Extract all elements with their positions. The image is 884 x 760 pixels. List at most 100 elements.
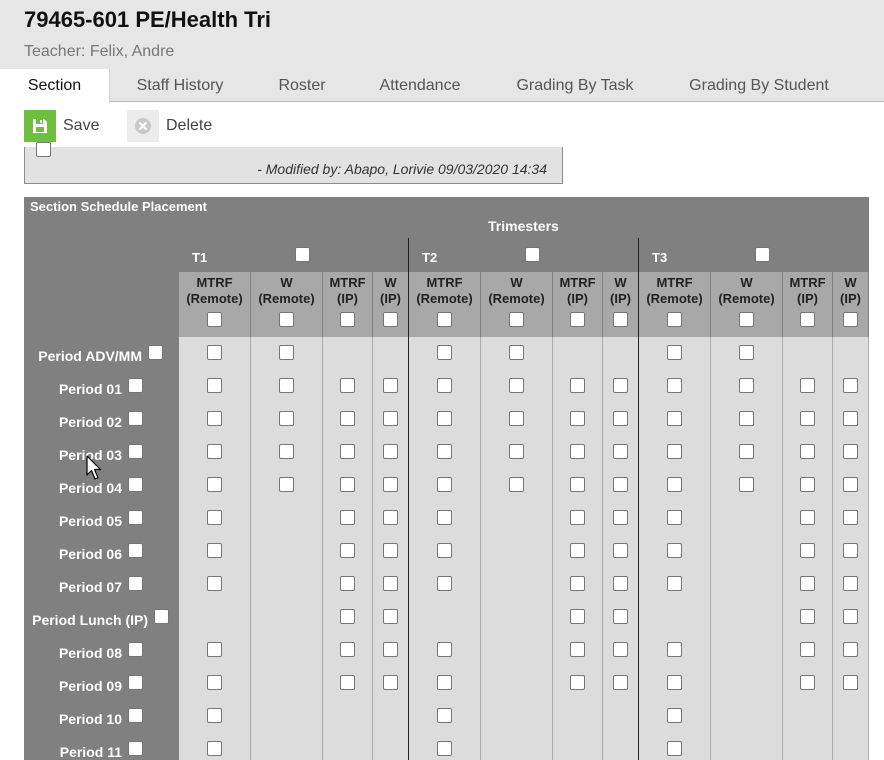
period-checkbox[interactable]	[148, 345, 163, 360]
schedule-checkbox-t2-col-4-row-9[interactable]	[613, 609, 628, 624]
schedule-checkbox-t3-col-3-row-4[interactable]	[800, 444, 815, 459]
column-checkbox-t2-col-4[interactable]	[613, 312, 628, 327]
schedule-checkbox-t1-col-3-row-7[interactable]	[340, 543, 355, 558]
term-checkbox-t1[interactable]	[295, 247, 310, 262]
period-checkbox[interactable]	[128, 708, 143, 723]
schedule-checkbox-t2-col-3-row-2[interactable]	[570, 378, 585, 393]
schedule-checkbox-t1-col-3-row-9[interactable]	[340, 609, 355, 624]
schedule-checkbox-t3-col-2-row-1[interactable]	[739, 345, 754, 360]
schedule-checkbox-t3-col-4-row-11[interactable]	[843, 675, 858, 690]
schedule-checkbox-t1-col-2-row-2[interactable]	[279, 378, 294, 393]
schedule-checkbox-t3-col-1-row-5[interactable]	[667, 477, 682, 492]
schedule-checkbox-t3-col-3-row-8[interactable]	[800, 576, 815, 591]
schedule-checkbox-t1-col-2-row-4[interactable]	[279, 444, 294, 459]
schedule-checkbox-t3-col-1-row-3[interactable]	[667, 411, 682, 426]
period-checkbox[interactable]	[128, 576, 143, 591]
schedule-checkbox-t2-col-2-row-1[interactable]	[509, 345, 524, 360]
column-checkbox-t3-col-2[interactable]	[739, 312, 754, 327]
schedule-checkbox-t3-col-3-row-6[interactable]	[800, 510, 815, 525]
schedule-checkbox-t1-col-4-row-3[interactable]	[383, 411, 398, 426]
schedule-checkbox-t2-col-3-row-7[interactable]	[570, 543, 585, 558]
schedule-checkbox-t1-col-4-row-4[interactable]	[383, 444, 398, 459]
schedule-checkbox-t1-col-3-row-10[interactable]	[340, 642, 355, 657]
column-checkbox-t1-col-2[interactable]	[279, 312, 294, 327]
schedule-checkbox-t3-col-3-row-9[interactable]	[800, 609, 815, 624]
period-checkbox[interactable]	[128, 642, 143, 657]
schedule-checkbox-t3-col-4-row-7[interactable]	[843, 543, 858, 558]
schedule-checkbox-t2-col-4-row-11[interactable]	[613, 675, 628, 690]
schedule-checkbox-t1-col-1-row-6[interactable]	[207, 510, 222, 525]
schedule-checkbox-t1-col-1-row-12[interactable]	[207, 708, 222, 723]
schedule-checkbox-t3-col-1-row-10[interactable]	[667, 642, 682, 657]
schedule-checkbox-t3-col-1-row-2[interactable]	[667, 378, 682, 393]
schedule-checkbox-t1-col-1-row-4[interactable]	[207, 444, 222, 459]
schedule-checkbox-t3-col-3-row-10[interactable]	[800, 642, 815, 657]
schedule-checkbox-t3-col-2-row-3[interactable]	[739, 411, 754, 426]
save-button[interactable]: Save	[24, 110, 99, 142]
schedule-checkbox-t1-col-2-row-3[interactable]	[279, 411, 294, 426]
period-checkbox[interactable]	[154, 609, 169, 624]
column-checkbox-t1-col-4[interactable]	[383, 312, 398, 327]
tab-staff-history[interactable]: Staff History	[117, 69, 243, 102]
schedule-checkbox-t1-col-1-row-11[interactable]	[207, 675, 222, 690]
column-checkbox-t1-col-1[interactable]	[207, 312, 222, 327]
schedule-checkbox-t2-col-4-row-8[interactable]	[613, 576, 628, 591]
schedule-checkbox-t1-col-3-row-6[interactable]	[340, 510, 355, 525]
schedule-checkbox-t3-col-1-row-6[interactable]	[667, 510, 682, 525]
schedule-checkbox-t1-col-1-row-10[interactable]	[207, 642, 222, 657]
schedule-checkbox-t2-col-2-row-3[interactable]	[509, 411, 524, 426]
schedule-checkbox-t1-col-4-row-10[interactable]	[383, 642, 398, 657]
schedule-checkbox-t1-col-4-row-11[interactable]	[383, 675, 398, 690]
schedule-checkbox-t1-col-4-row-6[interactable]	[383, 510, 398, 525]
schedule-checkbox-t2-col-4-row-4[interactable]	[613, 444, 628, 459]
schedule-checkbox-t3-col-4-row-3[interactable]	[843, 411, 858, 426]
tab-grading-by-task[interactable]: Grading By Task	[505, 69, 645, 102]
column-checkbox-t3-col-1[interactable]	[667, 312, 682, 327]
schedule-checkbox-t2-col-3-row-9[interactable]	[570, 609, 585, 624]
period-checkbox[interactable]	[128, 378, 143, 393]
column-checkbox-t2-col-3[interactable]	[570, 312, 585, 327]
period-checkbox[interactable]	[128, 675, 143, 690]
schedule-checkbox-t2-col-3-row-10[interactable]	[570, 642, 585, 657]
schedule-checkbox-t3-col-4-row-5[interactable]	[843, 477, 858, 492]
schedule-checkbox-t2-col-3-row-11[interactable]	[570, 675, 585, 690]
term-checkbox-t3[interactable]	[755, 247, 770, 262]
period-checkbox[interactable]	[128, 510, 143, 525]
schedule-checkbox-t3-col-4-row-6[interactable]	[843, 510, 858, 525]
schedule-checkbox-t3-col-3-row-5[interactable]	[800, 477, 815, 492]
period-checkbox[interactable]	[128, 741, 143, 756]
schedule-checkbox-t2-col-4-row-5[interactable]	[613, 477, 628, 492]
schedule-checkbox-t2-col-1-row-12[interactable]	[437, 708, 452, 723]
column-checkbox-t3-col-3[interactable]	[800, 312, 815, 327]
column-checkbox-t3-col-4[interactable]	[843, 312, 858, 327]
schedule-checkbox-t2-col-4-row-6[interactable]	[613, 510, 628, 525]
schedule-checkbox-t3-col-4-row-2[interactable]	[843, 378, 858, 393]
schedule-checkbox-t3-col-3-row-11[interactable]	[800, 675, 815, 690]
schedule-checkbox-t2-col-1-row-8[interactable]	[437, 576, 452, 591]
schedule-checkbox-t1-col-1-row-8[interactable]	[207, 576, 222, 591]
tab-roster[interactable]: Roster	[262, 69, 342, 102]
schedule-checkbox-t2-col-1-row-7[interactable]	[437, 543, 452, 558]
schedule-checkbox-t3-col-1-row-11[interactable]	[667, 675, 682, 690]
schedule-checkbox-t1-col-3-row-4[interactable]	[340, 444, 355, 459]
schedule-checkbox-t2-col-2-row-2[interactable]	[509, 378, 524, 393]
period-checkbox[interactable]	[128, 444, 143, 459]
schedule-checkbox-t1-col-4-row-9[interactable]	[383, 609, 398, 624]
schedule-checkbox-t2-col-1-row-5[interactable]	[437, 477, 452, 492]
schedule-checkbox-t3-col-2-row-4[interactable]	[739, 444, 754, 459]
schedule-checkbox-t1-col-2-row-1[interactable]	[279, 345, 294, 360]
tab-grading-by-student[interactable]: Grading By Student	[678, 69, 840, 102]
schedule-checkbox-t2-col-1-row-13[interactable]	[437, 741, 452, 756]
schedule-checkbox-t2-col-1-row-6[interactable]	[437, 510, 452, 525]
schedule-checkbox-t1-col-3-row-3[interactable]	[340, 411, 355, 426]
period-checkbox[interactable]	[128, 543, 143, 558]
schedule-checkbox-t2-col-3-row-5[interactable]	[570, 477, 585, 492]
schedule-checkbox-t2-col-1-row-1[interactable]	[437, 345, 452, 360]
schedule-checkbox-t2-col-4-row-3[interactable]	[613, 411, 628, 426]
schedule-checkbox-t3-col-4-row-9[interactable]	[843, 609, 858, 624]
schedule-checkbox-t2-col-1-row-2[interactable]	[437, 378, 452, 393]
schedule-checkbox-t3-col-4-row-10[interactable]	[843, 642, 858, 657]
tab-section[interactable]: Section	[0, 69, 110, 103]
schedule-checkbox-t2-col-4-row-7[interactable]	[613, 543, 628, 558]
schedule-checkbox-t3-col-1-row-7[interactable]	[667, 543, 682, 558]
